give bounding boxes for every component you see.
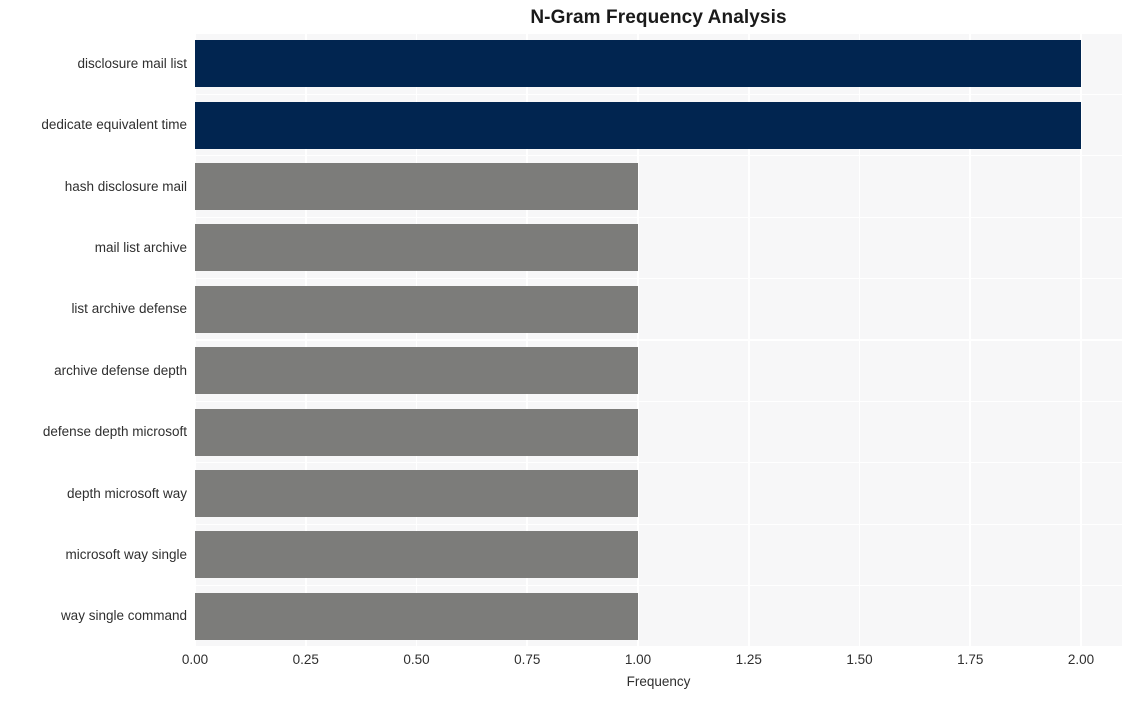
x-tick-label: 1.50 — [846, 652, 873, 667]
gridline-horizontal-5 — [195, 339, 1122, 341]
bar[interactable] — [195, 224, 638, 272]
y-axis: disclosure mail list dedicate equivalent … — [0, 33, 187, 647]
y-tick-label: microsoft way single — [65, 546, 187, 562]
x-tick-label: 2.00 — [1067, 652, 1095, 667]
x-tick-label: 0.25 — [292, 652, 319, 667]
bar[interactable] — [195, 531, 638, 579]
chart-title: N-Gram Frequency Analysis — [530, 7, 787, 28]
gridline-horizontal-4 — [195, 277, 1122, 280]
y-tick-label: way single command — [60, 608, 187, 624]
y-tick-label: hash disclosure mail — [64, 178, 187, 194]
bar[interactable] — [195, 408, 638, 456]
y-tick-label: defense depth microsoft — [42, 424, 187, 440]
x-tick-label: 1.00 — [624, 652, 652, 667]
chart-figure: N-Gram Frequency Analysis disclosure mai… — [0, 0, 1134, 701]
x-tick-label: 0.00 — [181, 652, 209, 667]
y-tick-label: dedicate equivalent time — [41, 117, 187, 133]
x-tick-label: 0.50 — [403, 652, 430, 667]
gridline-horizontal-6 — [195, 400, 1122, 403]
gridline-horizontal-3 — [195, 216, 1122, 218]
gridline-horizontal-9 — [195, 584, 1122, 587]
y-tick-label: archive defense depth — [54, 362, 187, 378]
plot-area — [195, 33, 1122, 647]
x-tick-label: 0.75 — [514, 652, 541, 667]
gridline-horizontal-0 — [195, 33, 1122, 34]
y-tick-label: list archive defense — [71, 301, 187, 317]
bar[interactable] — [195, 592, 638, 640]
y-tick-label: depth microsoft way — [66, 485, 187, 501]
bar[interactable] — [195, 101, 1081, 149]
gridline-horizontal-7 — [195, 462, 1122, 464]
x-tick-label: 1.75 — [957, 652, 984, 667]
gridline-horizontal-2 — [195, 155, 1122, 157]
gridline-horizontal-1 — [195, 93, 1122, 96]
y-tick-label: disclosure mail list — [77, 55, 187, 71]
x-axis: 0.00 0.25 0.50 0.75 1.00 1.25 1.50 1.75 2.00 Fre… — [0, 647, 1134, 701]
bar[interactable] — [195, 40, 1081, 88]
bar[interactable] — [195, 470, 638, 517]
bar[interactable] — [195, 347, 638, 395]
y-tick-label: mail list archive — [94, 239, 187, 255]
gridline-horizontal-8 — [195, 523, 1122, 525]
bar[interactable] — [195, 285, 638, 333]
x-tick-label: 1.25 — [735, 652, 762, 667]
bar[interactable] — [195, 163, 638, 210]
x-axis-label: Frequency — [626, 674, 691, 689]
